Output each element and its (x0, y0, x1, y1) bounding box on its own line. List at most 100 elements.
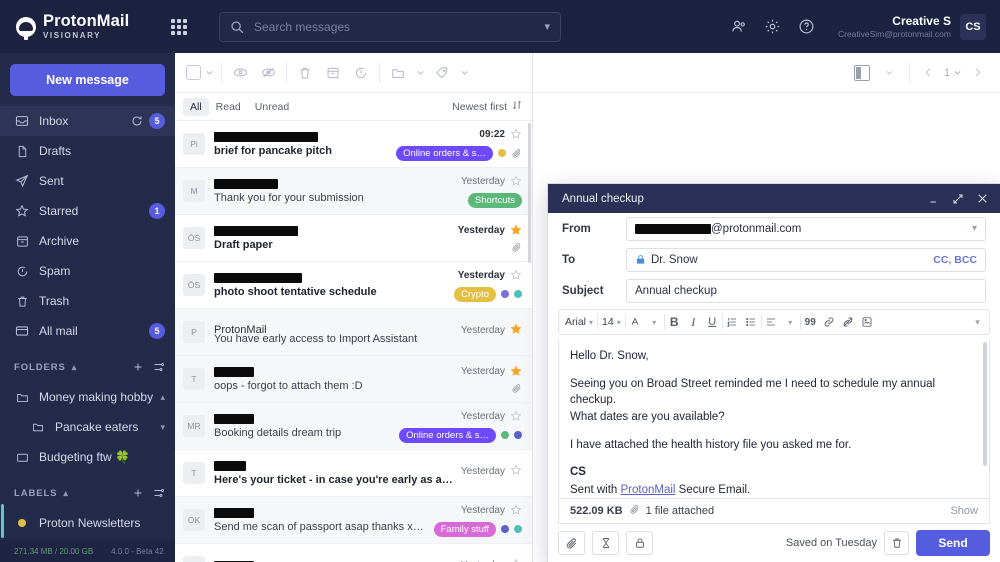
attach-file-button[interactable] (558, 531, 585, 555)
sidebar-item-all-mail[interactable]: All mail 5 (0, 316, 175, 346)
search-bar[interactable]: ▾ (219, 11, 561, 42)
chevron-up-icon[interactable]: ▴ (72, 362, 77, 373)
chevron-right-icon[interactable] (964, 60, 990, 86)
close-icon[interactable] (970, 187, 994, 211)
mail-list-item[interactable]: EL Yesterday (175, 544, 532, 562)
mail-list-item[interactable]: M Thank you for your submission Yesterda… (175, 168, 532, 215)
layout-columns-icon[interactable] (849, 60, 875, 86)
minimize-icon[interactable] (922, 187, 946, 211)
chevron-down-icon[interactable]: ▾ (645, 312, 664, 332)
chevron-up-icon[interactable]: ▴ (160, 392, 165, 403)
star-icon[interactable] (510, 503, 522, 518)
mail-label-badge[interactable]: Family stuff (433, 521, 496, 537)
chevron-down-icon[interactable] (456, 59, 472, 87)
star-icon[interactable] (510, 464, 522, 478)
protonmail-link[interactable]: ProtonMail (621, 484, 676, 496)
mail-list-scrollbar[interactable] (528, 123, 531, 263)
sidebar-folder-money-making-hobby[interactable]: Money making hobby ▴ (0, 382, 175, 412)
sidebar-label-proton-newsletters[interactable]: Proton Newsletters (0, 508, 175, 538)
font-family-select[interactable]: Arial ▾ (561, 316, 597, 328)
move-to-folder-icon[interactable] (384, 59, 412, 87)
mail-list-item[interactable]: MR Booking details dream trip Yesterday … (175, 403, 532, 450)
gear-icon[interactable] (756, 10, 790, 44)
mark-read-icon[interactable] (226, 59, 254, 87)
star-icon[interactable] (510, 364, 522, 379)
sliders-icon[interactable] (153, 487, 165, 499)
new-message-button[interactable]: New message (10, 64, 165, 96)
font-size-select[interactable]: 14 ▾ (598, 316, 625, 328)
sidebar-item-trash[interactable]: Trash (0, 286, 175, 316)
app-grid-icon[interactable] (167, 15, 191, 39)
mail-list-item[interactable]: Pi brief for pancake pitch 09:22 Online … (175, 121, 532, 168)
mail-list-item[interactable]: T Here's your ticket - in case you're ea… (175, 450, 532, 497)
star-icon[interactable] (510, 409, 522, 424)
mail-list-item[interactable]: ŌS Draft paper Yesterday (175, 215, 532, 262)
link-icon[interactable] (820, 312, 839, 332)
mail-label-badge[interactable]: Shortcuts (467, 192, 522, 208)
cc-bcc-button[interactable]: CC, BCC (933, 254, 977, 266)
chevron-down-icon[interactable]: ▾ (542, 20, 552, 33)
chevron-up-icon[interactable]: ▴ (63, 488, 68, 499)
from-field[interactable]: @protonmail.com ▾ (626, 216, 986, 241)
ordered-list-icon[interactable] (723, 312, 742, 332)
contacts-icon[interactable] (722, 10, 756, 44)
star-icon[interactable] (510, 127, 522, 142)
star-icon[interactable] (510, 268, 522, 283)
sliders-icon[interactable] (153, 361, 165, 373)
refresh-icon[interactable] (131, 115, 143, 127)
align-left-icon[interactable] (762, 312, 781, 332)
label-as-icon[interactable] (428, 59, 456, 87)
archive-icon[interactable] (319, 59, 347, 87)
mail-list[interactable]: Pi brief for pancake pitch 09:22 Online … (175, 121, 532, 562)
insert-image-icon[interactable] (858, 312, 877, 332)
trash-icon[interactable] (291, 59, 319, 87)
chevron-down-icon[interactable] (877, 60, 903, 86)
filter-read[interactable]: Read (209, 98, 248, 116)
text-color-icon[interactable] (626, 312, 645, 332)
to-field[interactable]: Dr. Snow CC, BCC (626, 247, 986, 272)
search-input[interactable] (254, 19, 543, 34)
spam-icon[interactable] (347, 59, 375, 87)
mail-label-badge[interactable]: Crypto (454, 286, 496, 302)
star-icon[interactable] (510, 174, 522, 189)
quote-button[interactable]: 99 (801, 312, 820, 332)
mail-label-badge[interactable]: Online orders & s… (399, 427, 496, 443)
chevron-down-icon[interactable]: ▾ (781, 312, 800, 332)
select-all-checkbox[interactable] (186, 65, 201, 80)
mail-list-item[interactable]: T oops - forgot to attach them :D Yester… (175, 356, 532, 403)
chevron-down-icon[interactable] (412, 59, 428, 87)
filter-unread[interactable]: Unread (248, 98, 296, 116)
mail-list-item[interactable]: P ProtonMail You have early access to Im… (175, 309, 532, 356)
chevron-down-icon[interactable]: ▾ (968, 312, 987, 332)
hourglass-icon[interactable] (592, 531, 619, 555)
composer-header[interactable]: Annual checkup (548, 184, 1000, 213)
brand-logo-area[interactable]: ProtonMail VISIONARY (0, 13, 175, 40)
sidebar-folder-budgeting-ftw[interactable]: Budgeting ftw 🍀 (0, 442, 175, 472)
sidebar-item-archive[interactable]: Archive (0, 226, 175, 256)
filter-all[interactable]: All (183, 97, 209, 116)
star-icon[interactable] (510, 323, 522, 337)
mail-label-badge[interactable]: Online orders & s… (396, 145, 493, 161)
help-circle-icon[interactable] (790, 10, 824, 44)
star-icon[interactable] (510, 558, 522, 562)
sidebar-scrollbar[interactable] (1, 504, 4, 538)
composer-body-scrollbar[interactable] (983, 342, 987, 466)
chevron-left-icon[interactable] (916, 60, 942, 86)
sort-button[interactable]: Newest first (452, 100, 522, 113)
page-indicator[interactable]: 1 (944, 67, 962, 79)
sidebar-item-starred[interactable]: Starred 1 (0, 196, 175, 226)
sidebar-item-inbox[interactable]: Inbox 5 (0, 106, 175, 136)
discard-draft-button[interactable] (884, 531, 909, 555)
show-attachments-button[interactable]: Show (950, 505, 978, 517)
plus-icon[interactable] (132, 361, 144, 373)
encryption-lock-icon[interactable] (626, 531, 653, 555)
user-account[interactable]: Creative S CreativeSim@protonmail.com CS (838, 13, 986, 40)
chevron-down-icon[interactable] (201, 59, 217, 87)
mark-unread-icon[interactable] (254, 59, 282, 87)
avatar[interactable]: CS (960, 13, 986, 40)
subject-field[interactable]: Annual checkup (626, 278, 986, 303)
expand-icon[interactable] (946, 187, 970, 211)
sidebar-folder-pancake-eaters[interactable]: Pancake eaters ▾ (0, 412, 175, 442)
send-button[interactable]: Send (916, 530, 990, 556)
underline-button[interactable]: U (703, 312, 722, 332)
